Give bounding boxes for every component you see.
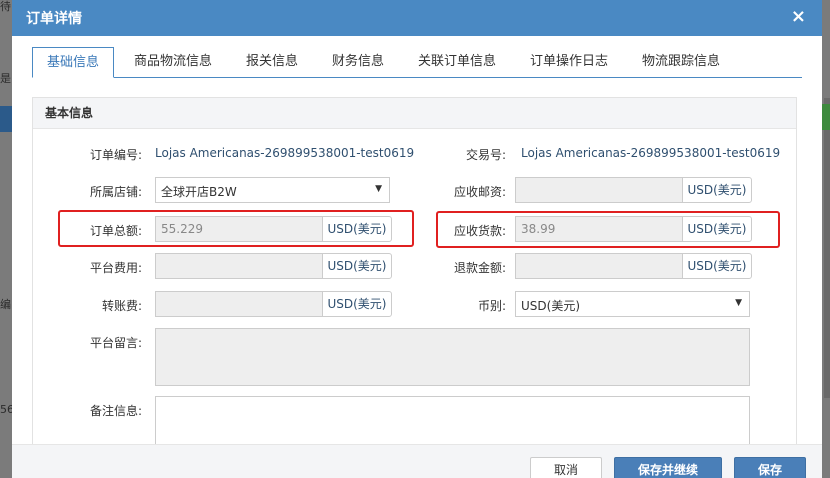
trade-no-label: 交易号: bbox=[465, 148, 506, 162]
trade-no-value: Lojas Americanas-269899538001-test0619 bbox=[521, 146, 781, 160]
store-label: 所属店铺: bbox=[89, 185, 142, 199]
currency-select-value: USD(美元) bbox=[521, 299, 581, 313]
store-select[interactable]: 全球开店B2W ▼ bbox=[155, 177, 390, 203]
close-icon[interactable]: × bbox=[791, 6, 806, 27]
shipping-receivable-input[interactable] bbox=[515, 177, 683, 203]
tab-operation-log[interactable]: 订单操作日志 bbox=[530, 47, 608, 77]
transfer-fee-input[interactable] bbox=[155, 291, 323, 317]
background-page-left: 待 是 编 56 bbox=[0, 0, 14, 478]
tab-product-logistics[interactable]: 商品物流信息 bbox=[134, 47, 212, 77]
caret-down-icon: ▼ bbox=[375, 184, 382, 194]
save-and-continue-button[interactable]: 保存并继续 bbox=[614, 457, 722, 478]
currency-label: 币别: bbox=[477, 299, 506, 313]
tab-logistics-tracking[interactable]: 物流跟踪信息 bbox=[642, 47, 720, 77]
tab-customs[interactable]: 报关信息 bbox=[246, 47, 298, 77]
background-text: 编 bbox=[0, 298, 11, 311]
platform-message-textarea[interactable] bbox=[155, 328, 750, 386]
modal-footer: 取消 保存并继续 保存 bbox=[12, 444, 822, 478]
platform-fee-input[interactable] bbox=[155, 253, 323, 279]
shipping-receivable-label: 应收邮资: bbox=[453, 185, 506, 199]
remarks-label: 备注信息: bbox=[89, 404, 142, 418]
platform-fee-label: 平台费用: bbox=[89, 261, 142, 275]
refund-amount-input[interactable] bbox=[515, 253, 683, 279]
save-button[interactable]: 保存 bbox=[734, 457, 806, 478]
background-text: 待 bbox=[0, 0, 11, 13]
order-no-value: Lojas Americanas-269899538001-test0619 bbox=[155, 146, 415, 160]
background-text: 是 bbox=[0, 72, 11, 85]
section-title: 基本信息 bbox=[33, 98, 796, 129]
order-no-label: 订单编号: bbox=[89, 148, 142, 162]
background-scroll-area bbox=[824, 98, 830, 398]
refund-amount-unit: USD(美元) bbox=[682, 253, 752, 279]
background-button bbox=[822, 104, 830, 130]
caret-down-icon: ▼ bbox=[735, 298, 742, 308]
tab-related-orders[interactable]: 关联订单信息 bbox=[418, 47, 496, 77]
refund-amount-label: 退款金额: bbox=[453, 261, 506, 275]
tab-basic-info[interactable]: 基础信息 bbox=[32, 47, 115, 78]
modal-header: 订单详情 × bbox=[12, 0, 822, 36]
highlight-box-order-total bbox=[58, 210, 414, 247]
shipping-receivable-unit: USD(美元) bbox=[682, 177, 752, 203]
order-detail-modal: 订单详情 × 基础信息 商品物流信息 报关信息 财务信息 关联订单信息 订单操作… bbox=[12, 0, 822, 478]
tab-finance[interactable]: 财务信息 bbox=[332, 47, 384, 77]
modal-title: 订单详情 bbox=[26, 11, 82, 27]
cancel-button[interactable]: 取消 bbox=[530, 457, 602, 478]
platform-fee-unit: USD(美元) bbox=[322, 253, 392, 279]
currency-select[interactable]: USD(美元) ▼ bbox=[515, 291, 750, 317]
background-button bbox=[0, 106, 12, 132]
platform-message-label: 平台留言: bbox=[89, 336, 142, 350]
transfer-fee-label: 转账费: bbox=[101, 299, 142, 313]
transfer-fee-unit: USD(美元) bbox=[322, 291, 392, 317]
store-select-value: 全球开店B2W bbox=[161, 185, 237, 199]
tab-bar: 基础信息 商品物流信息 报关信息 财务信息 关联订单信息 订单操作日志 物流跟踪… bbox=[32, 47, 802, 78]
background-page-right bbox=[822, 0, 830, 478]
highlight-box-goods-receivable bbox=[436, 211, 780, 248]
